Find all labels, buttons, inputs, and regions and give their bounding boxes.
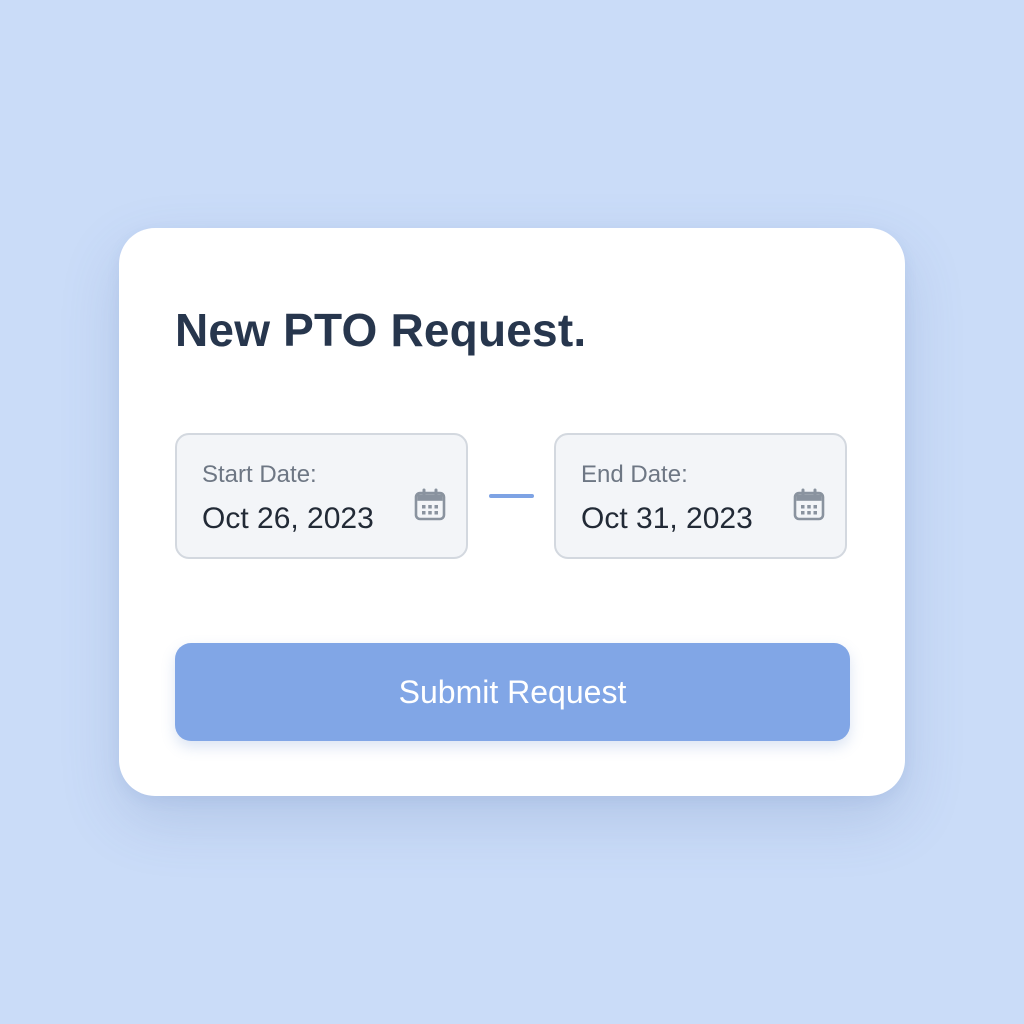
submit-request-button[interactable]: Submit Request (175, 643, 850, 741)
page-title: New PTO Request. (175, 304, 587, 356)
pto-request-card: New PTO Request. Start Date: Oct 26, 202… (119, 228, 905, 796)
date-range-separator (489, 494, 534, 498)
start-date-field[interactable]: Start Date: Oct 26, 2023 (175, 433, 468, 559)
calendar-icon[interactable] (793, 487, 825, 521)
end-date-value: Oct 31, 2023 (581, 502, 753, 535)
calendar-icon[interactable] (414, 487, 446, 521)
end-date-label: End Date: (581, 461, 688, 488)
start-date-value: Oct 26, 2023 (202, 502, 374, 535)
end-date-field[interactable]: End Date: Oct 31, 2023 (554, 433, 847, 559)
start-date-label: Start Date: (202, 461, 317, 488)
